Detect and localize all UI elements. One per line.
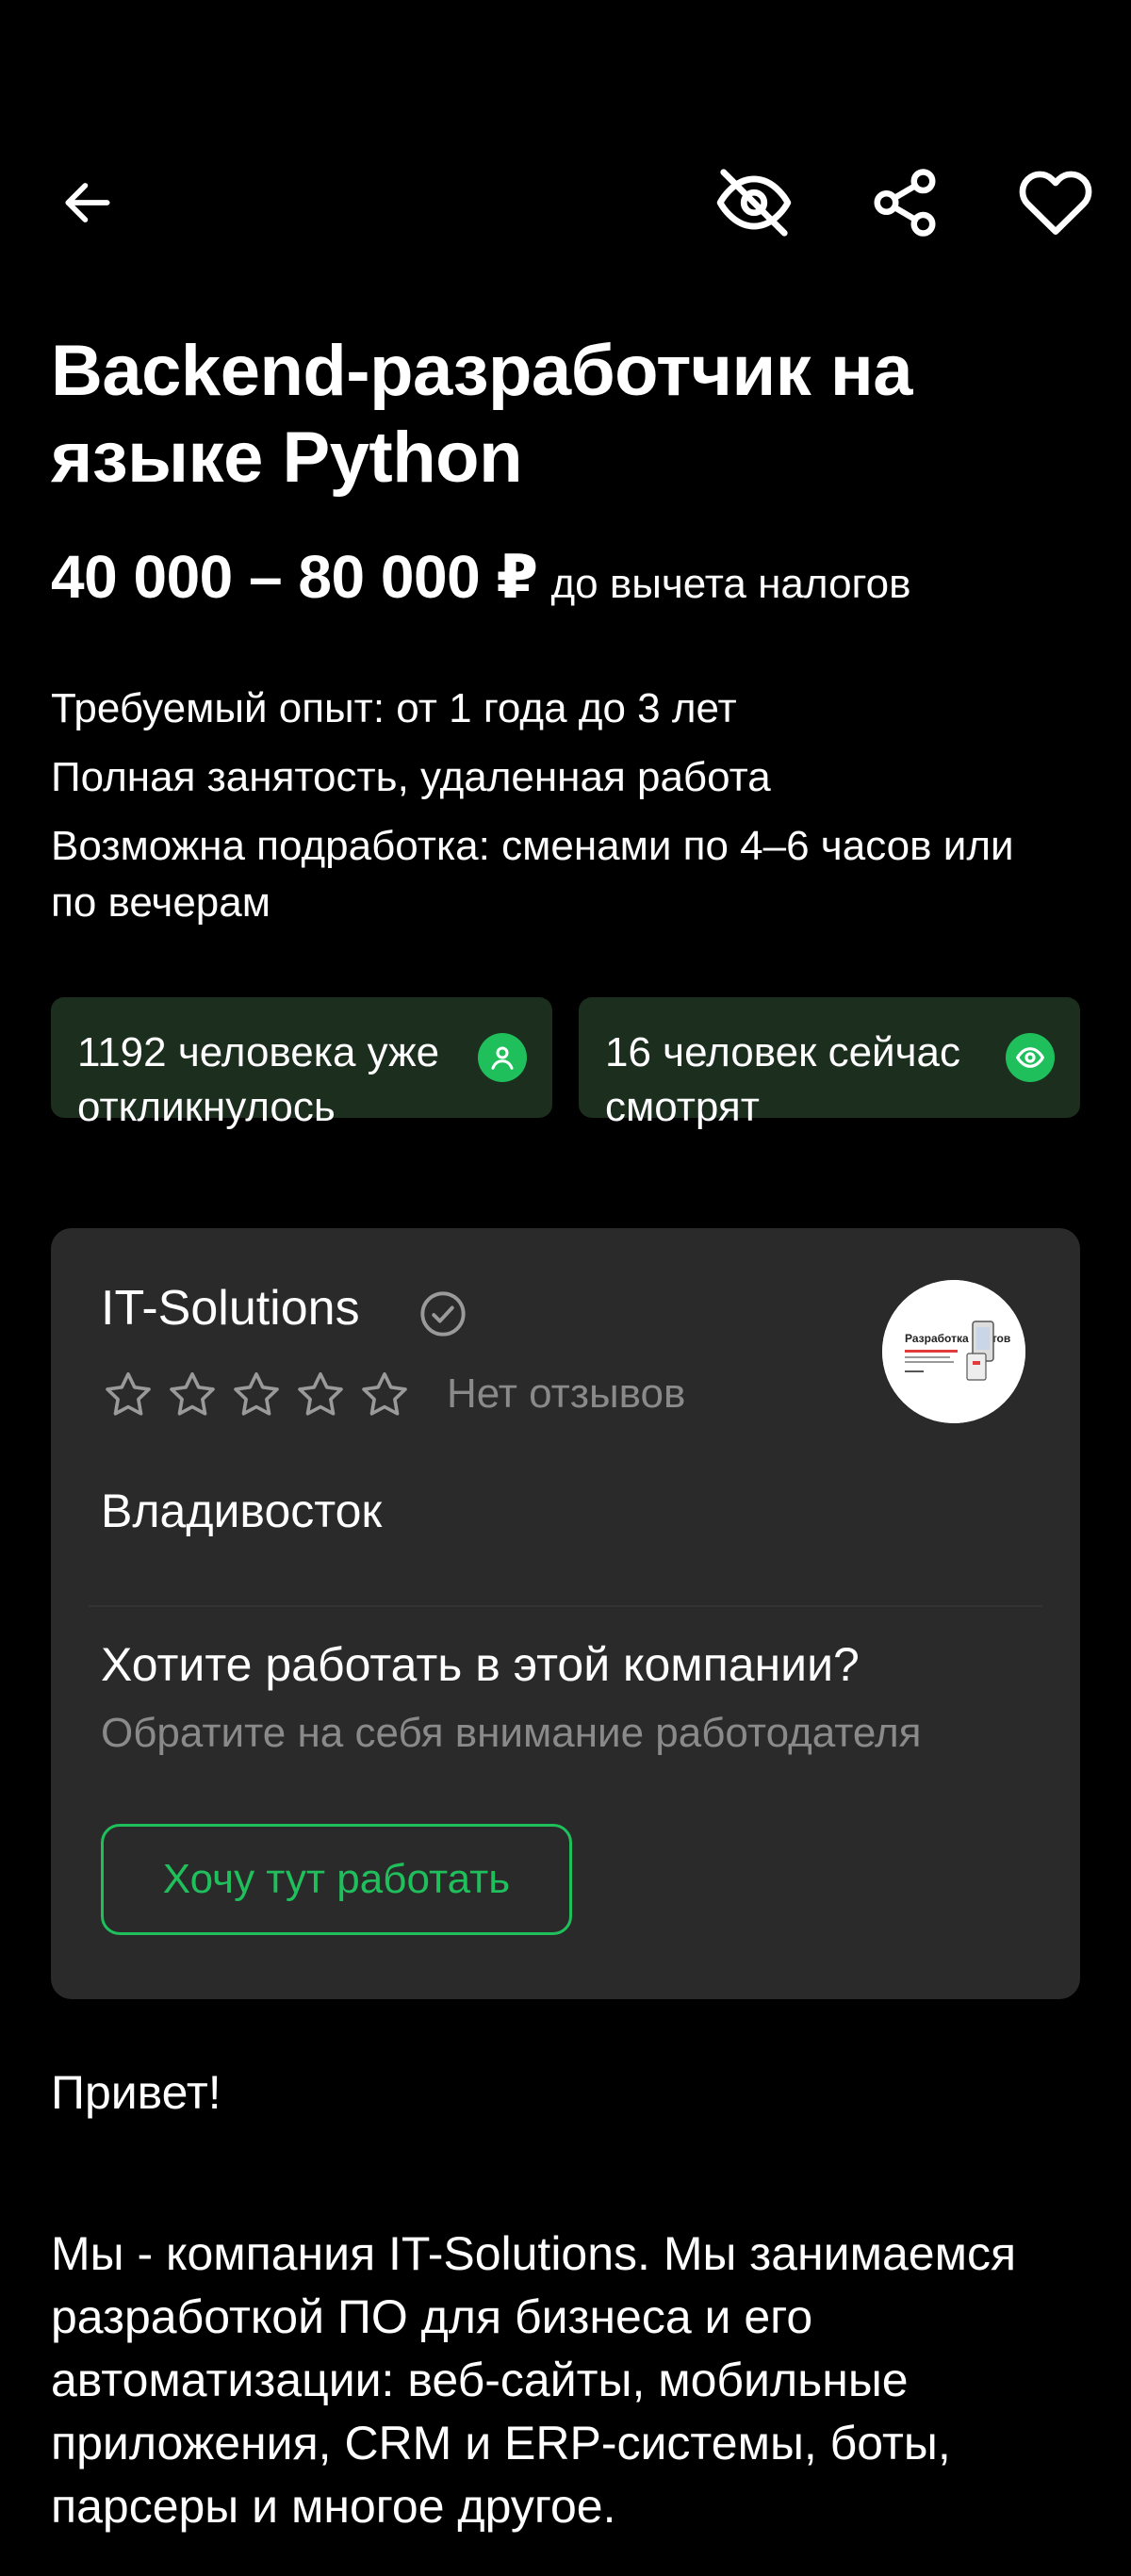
- back-button[interactable]: [36, 151, 139, 254]
- logo-image: Разработка сайтов: [882, 1280, 1025, 1423]
- divider: [89, 1605, 1042, 1607]
- description-greeting: Привет!: [51, 2066, 221, 2119]
- share-button[interactable]: [853, 151, 957, 254]
- company-card: IT-Solutions Нет отзывов Разработка сайт…: [51, 1228, 1080, 1999]
- star-outline-icon: [298, 1371, 343, 1416]
- company-logo[interactable]: Разработка сайтов: [882, 1280, 1025, 1423]
- star-outline-icon: [234, 1371, 279, 1416]
- top-app-bar: [0, 151, 1131, 254]
- heart-icon: [1019, 171, 1092, 236]
- salary-note: до вычета налогов: [550, 561, 911, 607]
- eye-icon: [1006, 1033, 1055, 1082]
- reviews-count[interactable]: Нет отзывов: [447, 1368, 685, 1420]
- condition-experience: Требуемый опыт: от 1 года до 3 лет: [51, 685, 737, 731]
- work-hint: Обратите на себя внимание работодателя: [101, 1710, 922, 1756]
- share-icon: [874, 169, 936, 237]
- watching-stat: 16 человек сейчас смотрят: [579, 997, 1080, 1130]
- condition-schedule: Возможна подработка: сменами по 4–6 часо…: [51, 823, 1014, 926]
- star-outline-icon: [362, 1371, 407, 1416]
- description-text: Мы - компания IT-Solutions. Мы занимаемс…: [51, 2227, 1017, 2533]
- company-city: Владивосток: [101, 1485, 383, 1537]
- work-question: Хотите работать в этой компании?: [101, 1638, 860, 1691]
- responded-stat: 1192 человека уже откликнулось: [51, 997, 552, 1130]
- star-outline-icon: [106, 1371, 151, 1416]
- hide-vacancy-button[interactable]: [702, 151, 806, 254]
- company-name[interactable]: IT-Solutions: [101, 1280, 360, 1337]
- favorite-button[interactable]: [1004, 151, 1107, 254]
- arrow-left-icon: [65, 183, 110, 222]
- responded-text: 1192 человека уже откликнулось: [77, 1029, 440, 1130]
- logo-text: Разработка сайтов: [905, 1332, 1010, 1345]
- want-to-work-button[interactable]: Хочу тут работать: [101, 1824, 572, 1935]
- check-circle-icon: [420, 1291, 466, 1337]
- verified-badge: [418, 1289, 467, 1343]
- vacancy-conditions: Требуемый опыт: от 1 года до 3 лет Полна…: [51, 681, 1088, 943]
- user-icon: [478, 1033, 527, 1082]
- eye-off-icon: [716, 169, 792, 237]
- condition-employment: Полная занятость, удаленная работа: [51, 754, 771, 800]
- watching-text: 16 человек сейчас смотрят: [605, 1029, 961, 1130]
- rating-stars: [101, 1368, 412, 1422]
- salary: 40 000 – 80 000 ₽ до вычета налогов: [51, 542, 910, 613]
- vacancy-title: Backend-разработчик на языке Python: [51, 331, 913, 498]
- star-outline-icon: [170, 1371, 215, 1416]
- salary-amount: 40 000 – 80 000 ₽: [51, 543, 538, 611]
